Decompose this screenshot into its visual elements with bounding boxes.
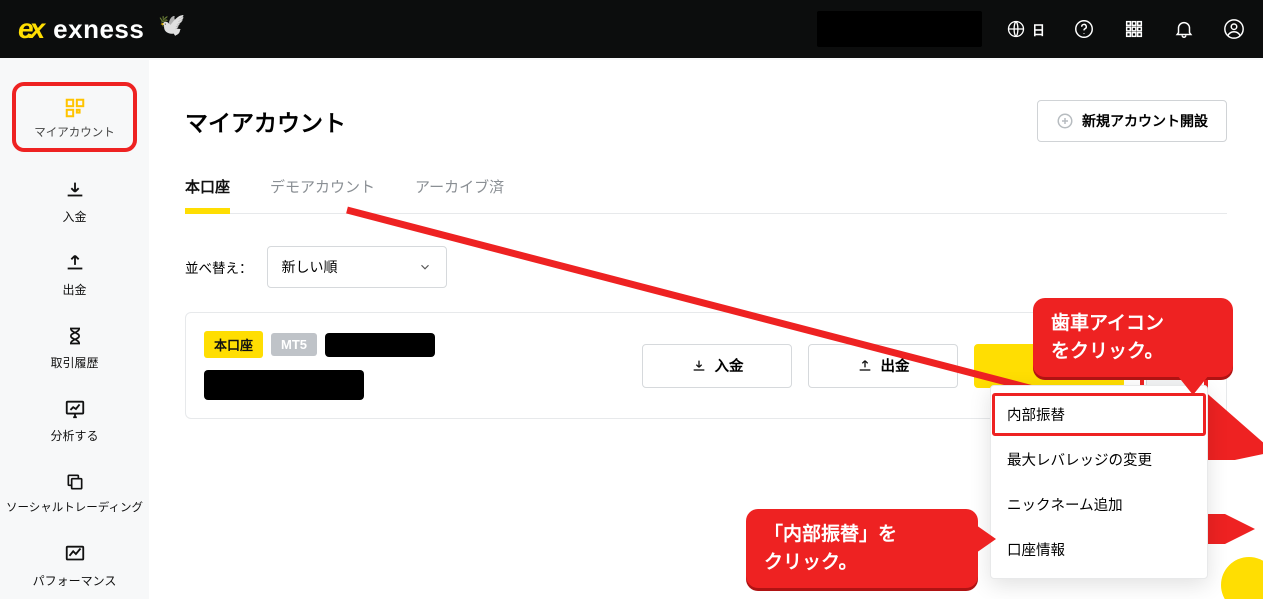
sidebar-item-label: 取引履歴 [50,354,98,371]
badge-real: 本口座 [204,331,263,358]
account-settings-menu: 内部振替 最大レバレッジの変更 ニックネーム追加 口座情報 [990,385,1208,579]
main-panel: マイアカウント 新規アカウント開設 本口座 デモアカウント アーカイブ済 並べ替… [149,60,1263,599]
menu-item-internal-transfer[interactable]: 内部振替 [991,392,1207,437]
annotation-callout: 「内部振替」を クリック。 [746,509,978,588]
sort-label: 並べ替え： [185,257,253,277]
withdraw-button[interactable]: 出金 [808,344,958,388]
plus-icon [1056,112,1074,130]
tab-label: 本口座 [185,179,230,196]
menu-item-account-info[interactable]: 口座情報 [991,527,1207,572]
tab-archived[interactable]: アーカイブ済 [415,170,504,213]
sidebar-item-history[interactable]: 取引履歴 [0,324,149,371]
top-bar: ex exness 🕊️ 日 [0,0,1263,58]
language-switcher[interactable]: 日 [1006,19,1045,39]
menu-item-label: 最大レバレッジの変更 [1007,453,1152,469]
menu-item-label: ニックネーム追加 [1007,498,1123,514]
deposit-icon [691,358,707,374]
profile-button[interactable] [1223,18,1245,40]
redacted-account-name [325,333,435,357]
logo-text: exness [53,14,144,45]
menu-item-label: 口座情報 [1007,543,1065,559]
sidebar-item-my-accounts[interactable]: マイアカウント [0,82,149,152]
user-icon [1223,18,1245,40]
help-button[interactable] [1073,18,1095,40]
account-tabs: 本口座 デモアカウント アーカイブ済 [185,170,1227,214]
sidebar-item-label: ソーシャルトレーディング [6,500,143,516]
bell-icon [1173,18,1195,40]
sidebar-item-label: パフォーマンス [33,572,117,589]
sidebar-item-social-trading[interactable]: ソーシャルトレーディング [0,470,149,516]
callout-text: 「内部振替」を [764,524,897,545]
redacted-balance [204,370,364,400]
tab-demo[interactable]: デモアカウント [270,170,375,213]
trend-icon [63,542,87,566]
menu-item-change-leverage[interactable]: 最大レバレッジの変更 [991,437,1207,482]
sidebar-item-label: 分析する [50,427,98,444]
brand-logo[interactable]: ex exness 🕊️ [18,13,186,45]
copy-icon [63,470,87,494]
sidebar-item-label: 入金 [62,208,86,225]
sidebar-item-performance[interactable]: パフォーマンス [0,542,149,589]
sort-value: 新しい順 [282,257,338,277]
globe-icon [1006,19,1026,39]
callout-text: クリック。 [764,552,857,573]
help-icon [1073,18,1095,40]
redacted-balance [817,11,982,47]
grid-icon [1123,18,1145,40]
callout-text: をクリック。 [1051,341,1163,362]
callout-text: 歯車アイコン [1051,313,1164,334]
withdraw-label: 出金 [881,355,910,376]
language-label: 日 [1032,20,1045,39]
logo-mark-icon: ex [18,13,41,45]
sidebar-item-deposit[interactable]: 入金 [0,178,149,225]
withdraw-icon [63,251,87,275]
sidebar: マイアカウント 入金 出金 取引履歴 分析する ソーシャルトレーディング パフォ… [0,58,149,599]
dove-icon: 🕊️ [158,12,185,38]
sidebar-item-label: 出金 [62,281,86,298]
sidebar-item-label: マイアカウント [34,124,115,140]
annotation-callout: 歯車アイコン をクリック。 [1033,298,1233,377]
sidebar-item-withdraw[interactable]: 出金 [0,251,149,298]
hourglass-icon [63,324,87,348]
deposit-button[interactable]: 入金 [642,344,792,388]
menu-item-label: 内部振替 [1007,408,1065,424]
deposit-icon [63,178,87,202]
tab-label: アーカイブ済 [415,179,504,196]
tab-real[interactable]: 本口座 [185,170,230,213]
notifications-button[interactable] [1173,18,1195,40]
withdraw-icon [857,358,873,374]
menu-item-add-nickname[interactable]: ニックネーム追加 [991,482,1207,527]
sidebar-item-analytics[interactable]: 分析する [0,397,149,444]
deposit-label: 入金 [715,355,744,376]
tab-label: デモアカウント [270,179,375,196]
new-account-label: 新規アカウント開設 [1082,111,1208,131]
analytics-icon [63,397,87,421]
apps-button[interactable] [1123,18,1145,40]
chat-bubble-icon[interactable] [1221,557,1263,599]
page-title: マイアカウント [185,104,346,138]
new-account-button[interactable]: 新規アカウント開設 [1037,100,1227,142]
sort-select[interactable]: 新しい順 [267,246,447,288]
dashboard-icon [63,96,87,120]
badge-platform: MT5 [271,333,317,356]
chevron-down-icon [418,260,432,274]
